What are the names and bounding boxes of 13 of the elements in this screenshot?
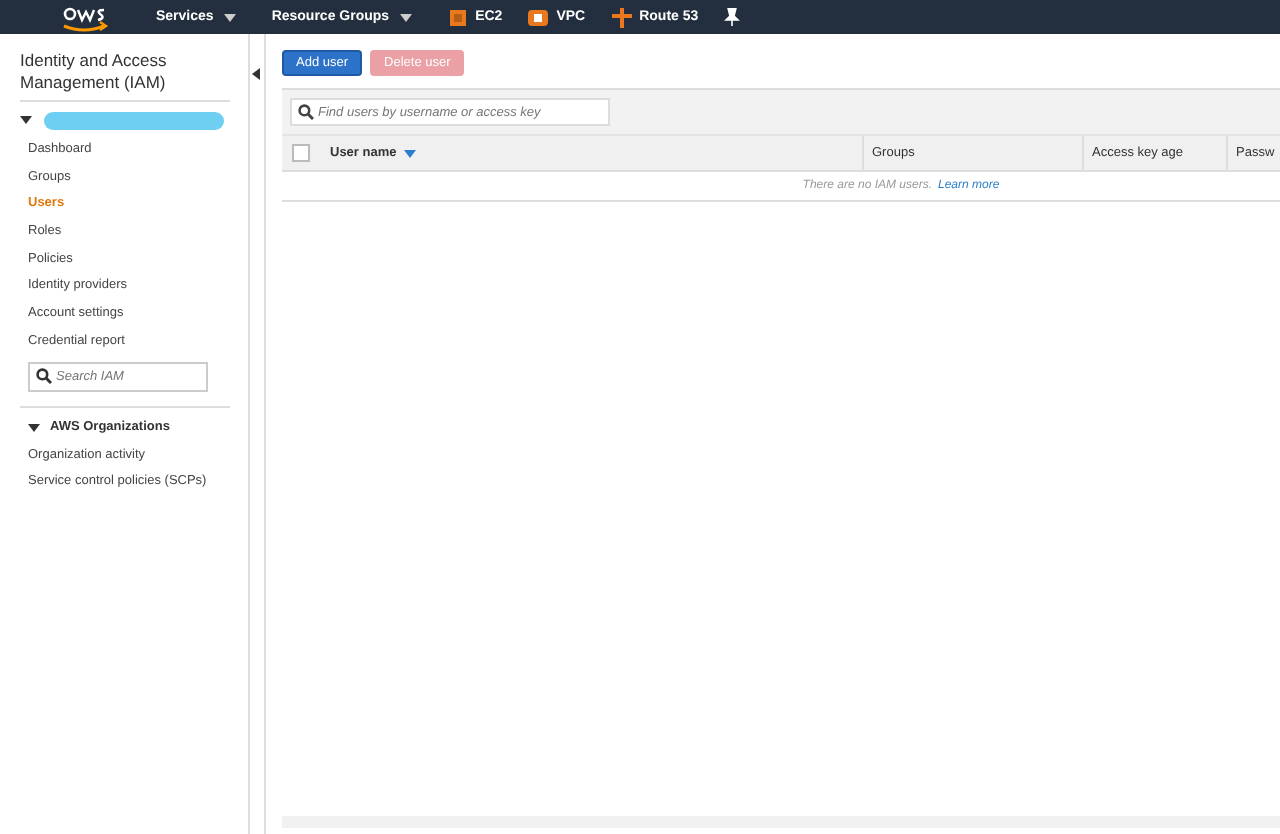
caret-icon	[252, 68, 262, 80]
aws-logo-icon	[58, 3, 110, 31]
caret-icon	[223, 13, 236, 21]
sidebar-title: Identity and Access Management (IAM)	[20, 50, 169, 94]
search-icon	[298, 104, 314, 120]
sort-caret-icon	[404, 149, 417, 157]
service-icon	[447, 7, 468, 27]
checkbox[interactable]	[292, 144, 310, 162]
service-icon	[528, 7, 549, 27]
caret-icon	[399, 13, 412, 21]
service-icon	[611, 7, 632, 27]
pin-icon	[724, 8, 741, 26]
search-icon	[36, 368, 52, 384]
